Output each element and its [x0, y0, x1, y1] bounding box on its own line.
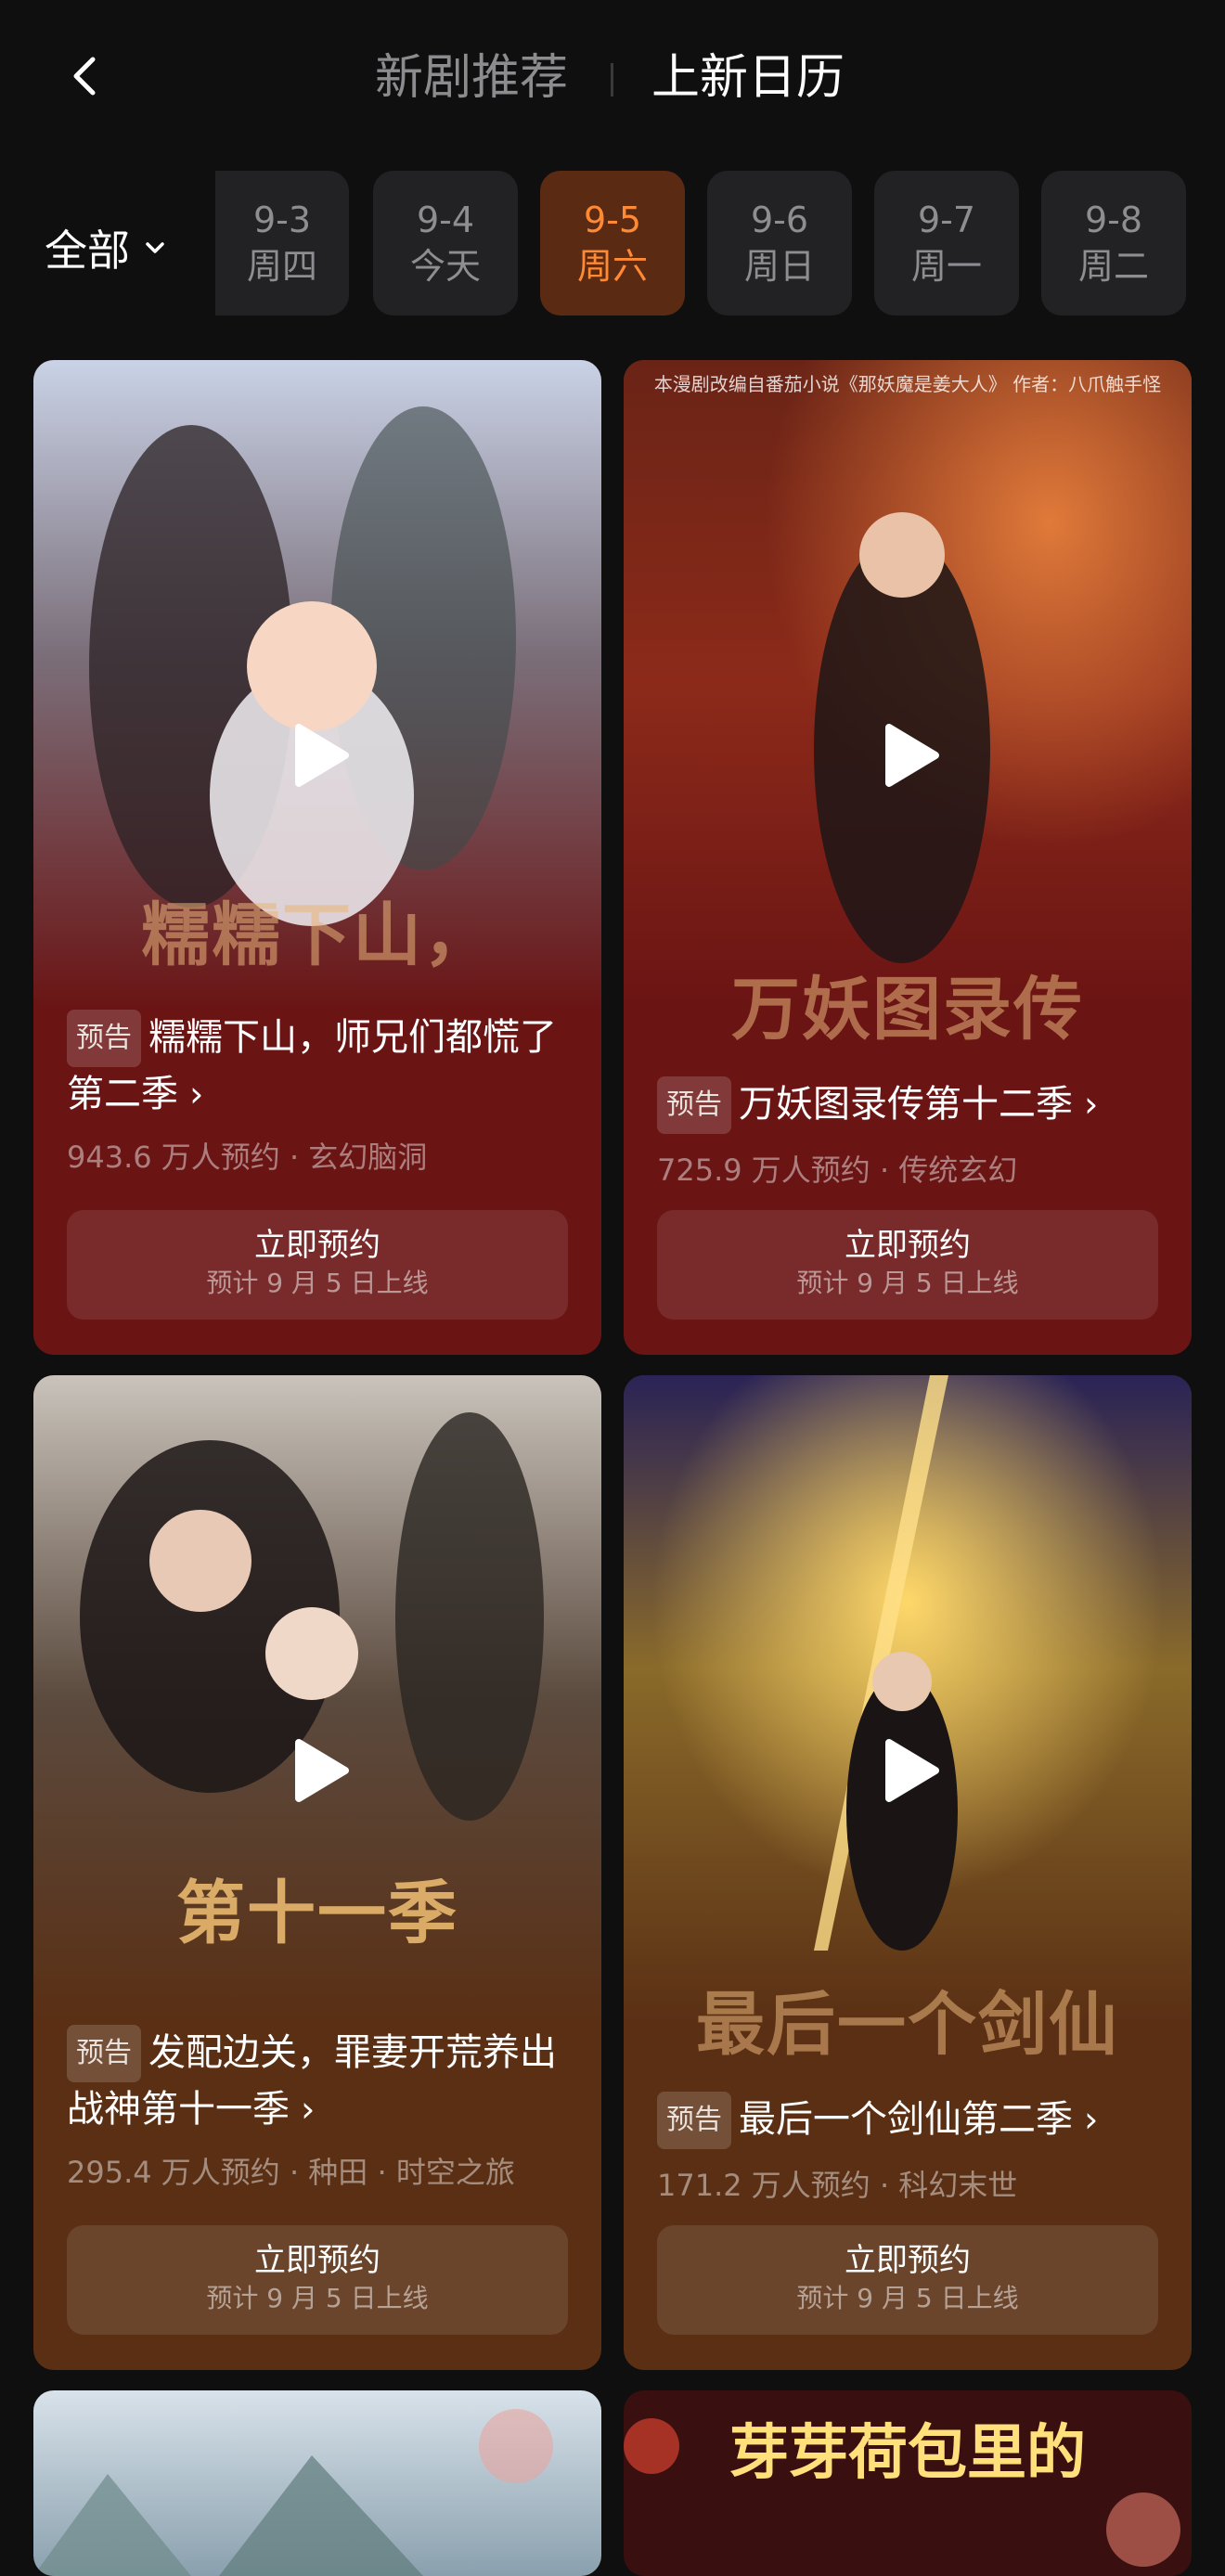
- chevron-left-icon: [73, 57, 96, 96]
- date-chip-date: 9-7: [917, 200, 976, 240]
- drama-card[interactable]: 最后一个剑仙 预告 最后一个剑仙第二季 › 171.2 万人预约 · 科幻末世 立…: [624, 1375, 1192, 2370]
- card-info: 预告 糯糯下山，师兄们都慌了第二季 › 943.6 万人预约 · 玄幻脑洞: [67, 1010, 574, 1177]
- reserve-button-label: 立即预约: [845, 1227, 971, 1264]
- all-filter-dropdown[interactable]: 全部: [45, 217, 167, 278]
- date-chip-date: 9-6: [750, 200, 809, 240]
- date-chip-day: 今天: [409, 246, 481, 287]
- play-icon[interactable]: [282, 720, 353, 791]
- tab-new-drama-recommend[interactable]: 新剧推荐: [375, 45, 568, 111]
- preview-badge: 预告: [67, 2025, 141, 2082]
- card-title[interactable]: 预告 发配边关，罪妻开荒养出战神第十一季 ›: [67, 2025, 574, 2136]
- preview-badge: 预告: [67, 1010, 141, 1067]
- date-chip-date: 9-4: [416, 200, 475, 240]
- date-chip-day: 周六: [576, 246, 648, 287]
- tab-release-calendar[interactable]: 上新日历: [651, 45, 845, 111]
- date-chip-9-6[interactable]: 9-6 周日: [707, 171, 852, 316]
- chevron-right-icon: ›: [1073, 1084, 1099, 1125]
- chevron-right-icon: ›: [290, 2089, 316, 2130]
- card-title[interactable]: 预告 最后一个剑仙第二季 ›: [657, 2092, 1164, 2149]
- card-meta: 295.4 万人预约 · 种田 · 时空之旅: [67, 2155, 515, 2190]
- poster-title-art: 第十一季: [176, 1874, 458, 1953]
- date-chip-date: 9-5: [583, 200, 642, 240]
- back-button[interactable]: [58, 48, 113, 104]
- reserve-button[interactable]: 立即预约 预计 9 月 5 日上线: [657, 2225, 1158, 2335]
- reserve-button-sub: 预计 9 月 5 日上线: [796, 2283, 1019, 2313]
- date-chip-day: 周一: [910, 246, 982, 287]
- card-meta: 725.9 万人预约 · 传统玄幻: [657, 1153, 1018, 1188]
- reserve-button[interactable]: 立即预约 预计 9 月 5 日上线: [67, 2225, 568, 2335]
- card-info: 预告 万妖图录传第十二季 › 725.9 万人预约 · 传统玄幻: [657, 1076, 1164, 1190]
- play-icon[interactable]: [872, 1735, 943, 1806]
- play-icon[interactable]: [282, 1735, 353, 1806]
- chevron-down-icon: [146, 242, 164, 253]
- drama-card-peek[interactable]: 芽芽荷包里的: [624, 2390, 1192, 2576]
- date-selector-row: 全部 9-3 周四 9-4 今天 9-5 周六 9-6 周日 9-7 周一 9-…: [0, 171, 1225, 319]
- top-header: 新剧推荐 上新日历: [0, 0, 1225, 158]
- card-title-text: 最后一个剑仙第二季: [739, 2098, 1073, 2141]
- preview-badge: 预告: [657, 1076, 731, 1134]
- date-chip-date: 9-8: [1084, 200, 1143, 240]
- chevron-right-icon: ›: [1073, 2099, 1099, 2140]
- drama-card[interactable]: 第十一季 预告 发配边关，罪妻开荒养出战神第十一季 › 295.4 万人预约 · …: [33, 1375, 601, 2370]
- poster-image: [624, 1375, 1192, 2025]
- reserve-button[interactable]: 立即预约 预计 9 月 5 日上线: [67, 1210, 568, 1320]
- date-chip-day: 周四: [246, 246, 317, 287]
- poster-credit: 本漫剧改编自番茄小说《那妖魔是姜大人》 作者：八爪触手怪: [653, 373, 1162, 395]
- date-chip-9-5[interactable]: 9-5 周六: [540, 171, 685, 316]
- reserve-button-label: 立即预约: [845, 2242, 971, 2279]
- poster-image: [33, 2390, 601, 2576]
- poster-title-art: 芽芽荷包里的: [729, 2418, 1086, 2488]
- date-chip-day: 周二: [1077, 246, 1149, 287]
- all-filter-label: 全部: [45, 225, 130, 276]
- date-chip-9-4[interactable]: 9-4 今天: [373, 171, 518, 316]
- reserve-button[interactable]: 立即预约 预计 9 月 5 日上线: [657, 1210, 1158, 1320]
- drama-card[interactable]: 糯糯下山， 预告 糯糯下山，师兄们都慌了第二季 › 943.6 万人预约 · 玄幻…: [33, 360, 601, 1355]
- poster-title-art: 糯糯下山，: [141, 895, 494, 975]
- reserve-button-label: 立即预约: [254, 2242, 380, 2279]
- card-info: 预告 发配边关，罪妻开荒养出战神第十一季 › 295.4 万人预约 · 种田 · …: [67, 2025, 574, 2192]
- date-chip-9-3[interactable]: 9-3 周四: [215, 171, 349, 316]
- card-title[interactable]: 预告 万妖图录传第十二季 ›: [657, 1076, 1164, 1134]
- reserve-button-label: 立即预约: [254, 1227, 380, 1264]
- card-meta: 171.2 万人预约 · 科幻末世: [657, 2168, 1018, 2203]
- card-title-text: 万妖图录传第十二季: [739, 1083, 1073, 1126]
- date-chip-9-8[interactable]: 9-8 周二: [1041, 171, 1186, 316]
- play-icon[interactable]: [872, 720, 943, 791]
- card-title[interactable]: 预告 糯糯下山，师兄们都慌了第二季 ›: [67, 1010, 574, 1121]
- poster-title-art: 最后一个剑仙: [696, 1985, 1119, 2065]
- tab-divider: [611, 63, 613, 97]
- date-chip-day: 周日: [743, 246, 815, 287]
- date-chip-date: 9-3: [252, 200, 312, 240]
- date-chip-9-7[interactable]: 9-7 周一: [874, 171, 1019, 316]
- preview-badge: 预告: [657, 2092, 731, 2149]
- reserve-button-sub: 预计 9 月 5 日上线: [796, 1268, 1019, 1298]
- chevron-right-icon: ›: [178, 1074, 204, 1114]
- reserve-button-sub: 预计 9 月 5 日上线: [206, 2283, 429, 2313]
- drama-card[interactable]: 本漫剧改编自番茄小说《那妖魔是姜大人》 作者：八爪触手怪 万妖图录传 预告 万妖图…: [624, 360, 1192, 1355]
- card-info: 预告 最后一个剑仙第二季 › 171.2 万人预约 · 科幻末世: [657, 2092, 1164, 2205]
- poster-image: [624, 360, 1192, 1010]
- reserve-button-sub: 预计 9 月 5 日上线: [206, 1268, 429, 1298]
- card-meta: 943.6 万人预约 · 玄幻脑洞: [67, 1140, 428, 1175]
- drama-card-peek[interactable]: [33, 2390, 601, 2576]
- poster-title-art: 万妖图录传: [731, 970, 1084, 1050]
